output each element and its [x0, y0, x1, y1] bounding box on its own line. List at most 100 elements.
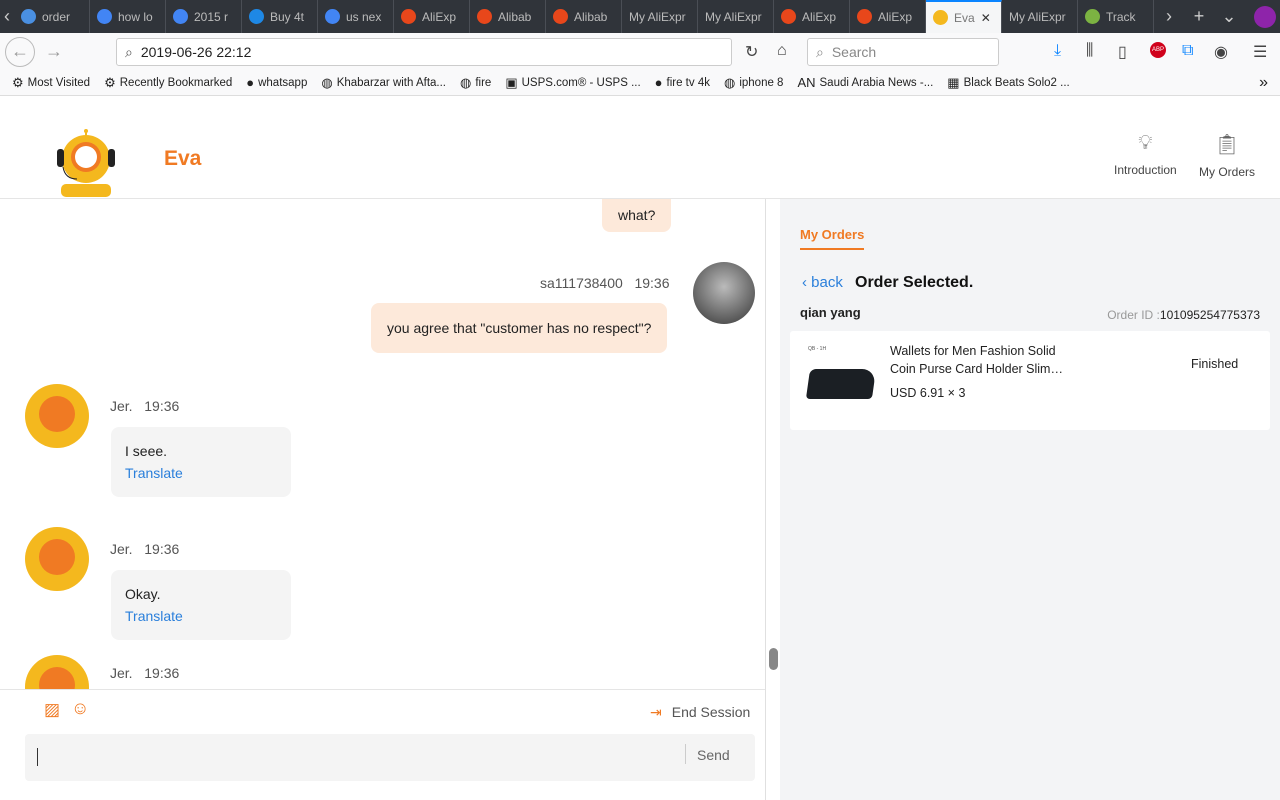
library-icon[interactable]: ⫼ — [1086, 42, 1093, 60]
bookmarks-bar: ⚙ Most Visited ⚙ Recently Bookmarked ● whatsa… — [0, 70, 1280, 96]
favicon-icon — [553, 9, 568, 24]
introduction-link[interactable]: 💡︎ Introduction — [1114, 132, 1177, 177]
tab-label: My AliExpr — [705, 9, 762, 24]
browser-tab[interactable]: My AliExpr — [698, 0, 774, 33]
back-button[interactable]: ← — [5, 36, 35, 67]
search-input[interactable]: ⌕ Search — [807, 38, 999, 66]
bookmark-item[interactable]: ◍ iphone 8 — [724, 75, 783, 91]
scrollbar-thumb[interactable] — [769, 648, 778, 670]
chat-scrollbar[interactable] — [765, 199, 780, 800]
search-icon: ⌕ — [125, 43, 133, 60]
emoji-icon[interactable]: ☺ — [71, 698, 89, 719]
adblock-icon[interactable]: ABP — [1150, 42, 1166, 58]
browser-tab[interactable]: how lo — [90, 0, 166, 33]
bookmark-icon: ▣ — [505, 74, 518, 90]
url-bar[interactable]: ⌕ 2019-06-26 22:12 — [116, 38, 732, 66]
favicon-icon — [21, 9, 36, 24]
eva-robot-logo — [57, 129, 115, 197]
tab-label: us nex — [346, 9, 382, 24]
home-icon[interactable]: ⌂ — [777, 42, 787, 60]
translate-link[interactable]: Translate — [125, 608, 277, 624]
new-tab-button[interactable]: + — [1184, 6, 1214, 27]
image-upload-icon[interactable]: ▨ — [44, 700, 60, 720]
tab-bar: ‹ order how lo 2015 r Buy 4t us nex AliExp Ali… — [0, 0, 1280, 33]
browser-tab[interactable]: AliExp — [850, 0, 926, 33]
browser-tab[interactable]: Buy 4t — [242, 0, 318, 33]
my-orders-link[interactable]: 📋︎ My Orders — [1199, 132, 1255, 179]
browser-tab[interactable]: 2015 r — [166, 0, 242, 33]
browser-tab[interactable]: us nex — [318, 0, 394, 33]
browser-tab[interactable]: AliExp — [774, 0, 850, 33]
bookmark-item[interactable]: ▦ Black Beats Solo2 ... — [947, 75, 1069, 91]
tab-label: Alibab — [498, 9, 532, 24]
bookmark-label: fire — [475, 76, 492, 89]
forward-button[interactable]: → — [45, 41, 63, 62]
back-label: back — [811, 274, 843, 291]
tab-label: My AliExpr — [1009, 9, 1066, 24]
product-image-label: QB - 1H — [808, 346, 827, 352]
page-header: Eva 💡︎ Introduction 📋︎ My Orders — [0, 97, 1280, 199]
browser-tab[interactable]: AliExp — [394, 0, 470, 33]
message-meta: Jer. 19:36 — [110, 541, 179, 557]
bookmark-item[interactable]: ⚙ Recently Bookmarked — [104, 75, 232, 91]
browser-tab[interactable]: Eva ✕ — [926, 0, 1002, 33]
menu-icon[interactable]: ☰ — [1253, 42, 1267, 62]
message-text: Okay. — [125, 586, 161, 602]
bookmark-item[interactable]: ◍ Khabarzar with Afta... — [321, 75, 446, 91]
favicon-icon — [249, 9, 264, 24]
lightbulb-icon: 💡︎ — [1138, 132, 1153, 154]
bot-name: Eva — [164, 147, 202, 170]
product-image — [805, 369, 877, 399]
tab-label: 2015 r — [194, 9, 229, 24]
extension-icon[interactable]: ⧉ — [1182, 42, 1193, 60]
tab-scroll-left[interactable]: ‹ — [0, 6, 14, 27]
browser-tab[interactable]: Track — [1078, 0, 1154, 33]
bookmark-item[interactable]: AN Saudi Arabia News -... — [797, 75, 933, 91]
tab-scroll-right[interactable]: › — [1154, 6, 1184, 27]
order-item-card[interactable]: QB - 1H Wallets for Men Fashion Solid Coi… — [790, 331, 1270, 430]
bookmark-label: fire tv 4k — [666, 76, 710, 89]
tab-label: Alibab — [574, 9, 608, 24]
translate-link[interactable]: Translate — [125, 465, 277, 481]
orders-panel: My Orders ‹ back Order Selected. qian ya… — [780, 199, 1280, 800]
bookmark-item[interactable]: ● fire tv 4k — [655, 75, 710, 91]
bookmark-label: iphone 8 — [739, 76, 784, 89]
tab-my-orders[interactable]: My Orders — [800, 227, 865, 250]
bookmarks-overflow-icon[interactable]: » — [1259, 74, 1268, 92]
message-input[interactable]: Send — [25, 734, 755, 781]
close-tab-icon[interactable]: ✕ — [981, 11, 991, 25]
favicon-icon — [933, 10, 948, 25]
browser-tab[interactable]: My AliExpr — [1002, 0, 1078, 33]
bookmark-label: Saudi Arabia News -... — [819, 76, 934, 89]
bookmark-item[interactable]: ⚙ Most Visited — [12, 75, 90, 91]
bookmark-icon: ● — [654, 75, 663, 90]
browser-tab[interactable]: My AliExpr — [622, 0, 698, 33]
agent-avatar — [25, 655, 89, 689]
bookmark-icon: ● — [246, 75, 255, 90]
product-name-line: Coin Purse Card Holder Slim… — [890, 362, 1063, 376]
message-time: 19:36 — [144, 541, 180, 557]
download-icon[interactable]: ⤓ — [1054, 42, 1061, 60]
bookmark-item[interactable]: ◍ fire — [460, 75, 491, 91]
bookmark-icon: ▦ — [947, 74, 960, 90]
end-session-button[interactable]: ⇥ End Session — [650, 704, 750, 721]
private-mask-icon[interactable] — [1254, 5, 1276, 28]
send-button[interactable]: Send — [697, 747, 730, 763]
bookmark-item[interactable]: ● whatsapp — [246, 75, 307, 91]
tab-label: order — [42, 9, 71, 24]
browser-tab[interactable]: Alibab — [546, 0, 622, 33]
search-placeholder: Search — [831, 44, 877, 60]
message-bubble: I seee. Translate — [111, 427, 291, 497]
tab-label: Eva — [954, 10, 975, 25]
favicon-icon — [325, 9, 340, 24]
sidebar-icon[interactable]: ▯ — [1118, 42, 1127, 62]
bookmark-item[interactable]: ▣ USPS.com® - USPS ... — [505, 75, 640, 91]
account-icon[interactable]: ◉ — [1214, 42, 1228, 62]
browser-tab[interactable]: order — [14, 0, 90, 33]
tab-list-button[interactable]: ⌄ — [1214, 6, 1244, 27]
agent-avatar — [25, 384, 89, 448]
browser-tab[interactable]: Alibab — [470, 0, 546, 33]
message-bubble: what? — [602, 199, 672, 232]
back-link[interactable]: ‹ back — [802, 274, 843, 291]
reload-icon[interactable]: ↻ — [745, 42, 758, 62]
